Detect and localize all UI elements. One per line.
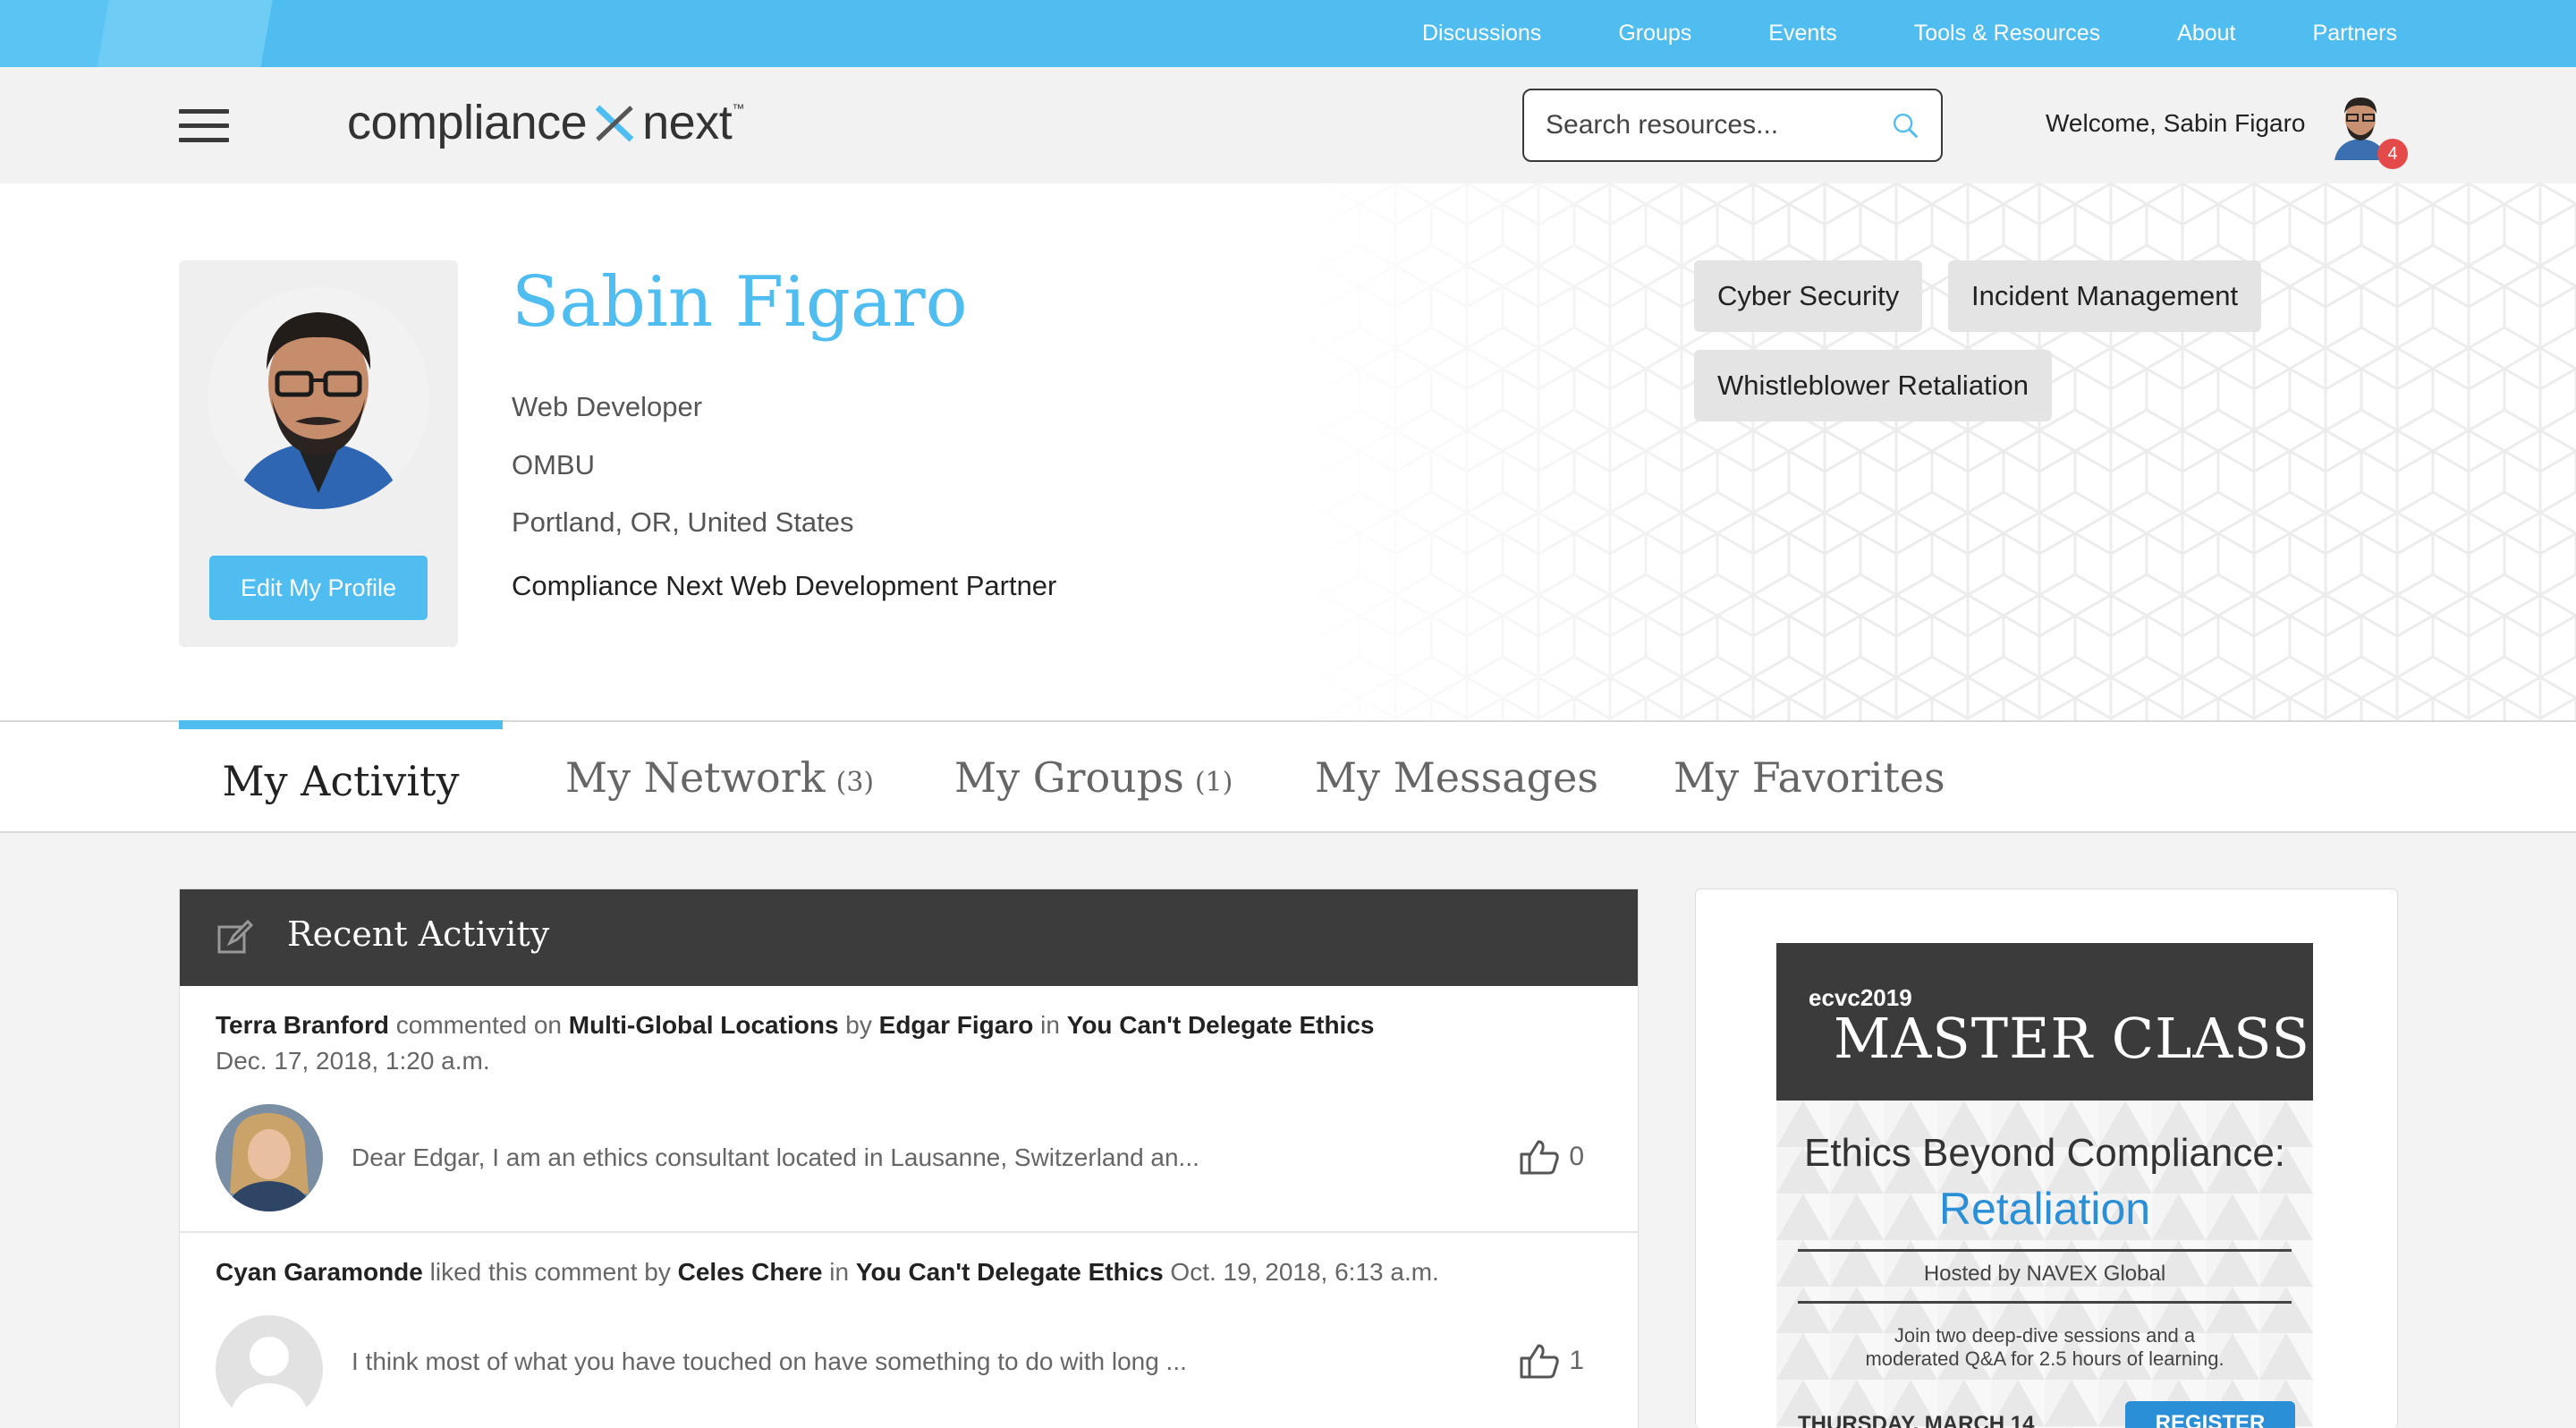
ad-date: THURSDAY, MARCH 14 [1798,1412,2035,1428]
tab-label: My Groups [954,753,1184,802]
ad-headline: MASTER CLASS [1834,1006,2310,1071]
profile-tabs: My Activity My Network (3) My Groups (1)… [0,720,2576,833]
tab-label: My Network [565,753,826,802]
nav-partners[interactable]: Partners [2313,21,2397,47]
logo-trademark: ™ [732,101,744,115]
ad-title-line1: Ethics Beyond Compliance: [1803,1131,2286,1175]
tab-my-activity[interactable]: My Activity [179,720,503,833]
nav-discussions[interactable]: Discussions [1422,21,1541,47]
logo-text-compliance: compliance [347,96,588,149]
ecvc-master-class-ad[interactable]: ecvc2019 MASTER CLASS Ethics Beyond Comp… [1776,943,2313,1428]
tab-my-groups[interactable]: My Groups (1) [954,722,1233,833]
thumbs-up-icon [1520,1140,1559,1175]
default-avatar-icon[interactable] [216,1315,323,1423]
thumbs-up-icon [1520,1344,1559,1379]
search-box [1522,89,1943,162]
site-header: compliance next ™ Welcome, Sabin Figaro … [0,67,2576,183]
activity-item: Terra Branford commented on Multi-Global… [180,986,1638,1233]
interest-tag-cyber-security[interactable]: Cyber Security [1694,260,1923,332]
group-link[interactable]: You Can't Delegate Ethics [1067,1011,1375,1039]
profile-location: Portland, OR, United States [512,506,854,538]
tab-count: (3) [835,766,875,798]
commenter-avatar[interactable] [216,1104,323,1211]
profile-name: Sabin Figaro [512,262,968,343]
nav-events[interactable]: Events [1768,21,1836,47]
site-logo[interactable]: compliance next ™ [347,96,744,149]
background-pattern [1288,183,2576,720]
tab-my-favorites[interactable]: My Favorites [1674,722,1945,833]
actor-link[interactable]: Cyan Garamonde [216,1258,423,1286]
sidebar-ad-card: ecvc2019 MASTER CLASS Ethics Beyond Comp… [1695,888,2398,1428]
like-count: 1 [1569,1346,1584,1375]
top-bar: Discussions Groups Events Tools & Resour… [0,0,2576,67]
avatar-card: Edit My Profile [179,260,458,647]
tab-count: (1) [1194,766,1233,798]
logo-text-next: next [642,96,733,149]
profile-section: Edit My Profile Sabin Figaro Web Develop… [0,183,2576,720]
profile-photo [208,287,429,509]
like-button[interactable]: 1 [1519,1342,1584,1380]
author-link[interactable]: Edgar Figaro [879,1011,1034,1039]
recent-activity-header: Recent Activity [180,889,1638,986]
search-input[interactable] [1546,110,1891,140]
profile-description: Compliance Next Web Development Partner [512,570,1057,601]
activity-date: Oct. 19, 2018, 6:13 a.m. [1170,1258,1439,1286]
edit-profile-button[interactable]: Edit My Profile [209,556,428,620]
recent-activity-title: Recent Activity [287,914,550,954]
group-link[interactable]: You Can't Delegate Ethics [856,1258,1164,1286]
author-link[interactable]: Celes Chere [678,1258,823,1286]
edit-icon [217,919,254,954]
interest-tag-whistleblower-retaliation[interactable]: Whistleblower Retaliation [1694,350,2053,421]
like-count: 0 [1569,1142,1584,1171]
nav-tools-resources[interactable]: Tools & Resources [1914,21,2100,47]
ad-host: Hosted by NAVEX Global [1923,1262,2166,1286]
tab-label: My Messages [1315,753,1598,802]
tab-label: My Activity [222,757,460,805]
tab-my-network[interactable]: My Network (3) [565,722,874,833]
profile-organization: OMBU [512,449,595,480]
hamburger-menu-icon[interactable] [179,109,229,143]
logo-x-icon [595,105,634,142]
nav-groups[interactable]: Groups [1618,21,1691,47]
ad-register-button[interactable]: REGISTER [2125,1401,2295,1428]
activity-headline: Cyan Garamonde liked this comment by Cel… [216,1258,1439,1286]
like-button[interactable]: 0 [1519,1138,1584,1176]
tab-my-messages[interactable]: My Messages [1315,722,1598,833]
ad-title-line2: Retaliation [1938,1184,2151,1234]
activity-excerpt[interactable]: I think most of what you have touched on… [352,1347,1187,1376]
object-link[interactable]: Multi-Global Locations [569,1011,839,1039]
activity-excerpt[interactable]: Dear Edgar, I am an ethics consultant lo… [352,1143,1199,1172]
recent-activity-panel: Recent Activity Terra Branford commented… [179,888,1639,1428]
interest-tag-incident-management[interactable]: Incident Management [1948,260,2262,332]
tab-label: My Favorites [1674,753,1945,802]
activity-headline: Terra Branford commented on Multi-Global… [216,1011,1375,1039]
ad-header: ecvc2019 MASTER CLASS [1776,943,2313,1101]
activity-item: Cyan Garamonde liked this comment by Cel… [180,1233,1638,1428]
profile-job-title: Web Developer [512,391,703,422]
notification-badge[interactable]: 4 [2377,139,2408,169]
activity-date: Dec. 17, 2018, 1:20 a.m. [216,1047,490,1075]
ad-divider [1798,1249,2292,1252]
top-nav: Discussions Groups Events Tools & Resour… [1345,0,2397,67]
actor-link[interactable]: Terra Branford [216,1011,389,1039]
ad-description: Join two deep-dive sessions and a modera… [1865,1324,2224,1370]
welcome-text: Welcome, Sabin Figaro [2046,109,2306,137]
nav-about[interactable]: About [2177,21,2235,47]
search-icon[interactable] [1891,101,1919,149]
ad-divider [1798,1301,2292,1304]
